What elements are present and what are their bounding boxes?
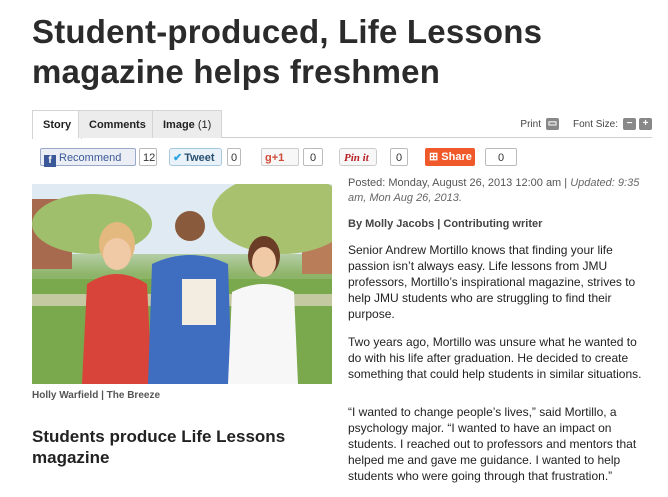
font-size-label: Font Size:	[572, 118, 618, 130]
twitter-icon: ✔	[173, 152, 183, 164]
photo-caption: Holly Warfield | The Breeze	[32, 390, 161, 401]
posted-date: Posted: Monday, August 26, 2013 12:00 am…	[348, 177, 640, 204]
facebook-icon: f	[44, 155, 56, 167]
pinterest-count: 0	[390, 148, 408, 166]
font-decrease-button[interactable]: −	[623, 118, 636, 130]
paragraph-3: “I wanted to change people’s lives,” sai…	[348, 405, 637, 483]
print-link[interactable]: Print	[520, 119, 541, 130]
tab-story[interactable]: Story	[32, 110, 83, 139]
gplus-button[interactable]: g+1	[261, 148, 299, 166]
twitter-count: 0	[227, 148, 241, 166]
photo-illustration	[32, 184, 332, 384]
byline: By Molly Jacobs | Contributing writer	[348, 218, 543, 230]
tab-image[interactable]: Image (1)	[152, 110, 223, 138]
article-photo[interactable]	[32, 184, 332, 384]
font-increase-button[interactable]: +	[639, 118, 652, 130]
facebook-count: 12	[139, 148, 157, 166]
social-share-bar: f Recommend 12 ✔ Tweet 0 g+1 0 Pin it 0 ⊞ …	[40, 148, 640, 168]
facebook-recommend-button[interactable]: f Recommend	[40, 148, 136, 167]
gplus-count: 0	[303, 148, 323, 166]
article-tools: Print ▭ Font Size: − +	[520, 116, 652, 132]
tweet-button[interactable]: ✔ Tweet	[169, 148, 222, 166]
tab-comments[interactable]: Comments	[78, 110, 157, 138]
share-button[interactable]: ⊞ Share	[425, 148, 475, 166]
gplus-icon: g	[265, 152, 272, 164]
paragraph-2: Two years ago, Mortillo was unsure what …	[348, 335, 642, 381]
print-icon[interactable]: ▭	[545, 118, 559, 130]
section-subhead: Students produce Life Lessons magazine	[32, 427, 286, 467]
article-headline: Student-produced, Life Lessons magazine …	[32, 13, 543, 90]
share-count: 0	[485, 148, 517, 166]
pinterest-button[interactable]: Pin it	[339, 148, 377, 166]
share-icon: ⊞	[429, 151, 439, 163]
paragraph-1: Senior Andrew Mortillo knows that findin…	[348, 243, 636, 321]
